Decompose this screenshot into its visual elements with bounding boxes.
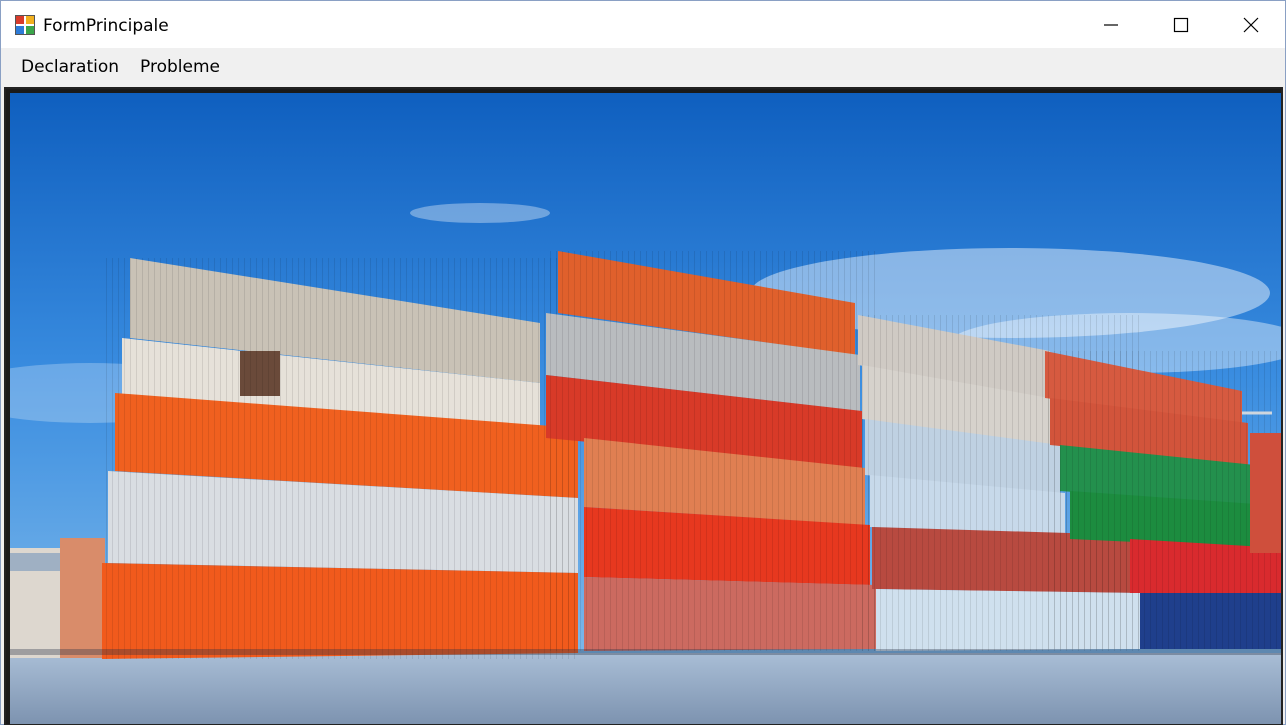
menu-bar: Declaration Probleme bbox=[1, 48, 1285, 85]
maximize-button[interactable] bbox=[1146, 1, 1216, 48]
close-button[interactable] bbox=[1216, 1, 1286, 48]
menu-declaration[interactable]: Declaration bbox=[21, 56, 119, 78]
minimize-icon bbox=[1104, 24, 1118, 26]
picture-box bbox=[4, 87, 1283, 725]
app-icon bbox=[15, 15, 35, 35]
title-bar[interactable]: FormPrincipale bbox=[1, 1, 1285, 48]
menu-probleme[interactable]: Probleme bbox=[140, 56, 220, 78]
maximize-icon bbox=[1173, 17, 1189, 33]
app-window: FormPrincipale Declaration Probleme bbox=[0, 0, 1286, 725]
minimize-button[interactable] bbox=[1076, 1, 1146, 48]
window-title: FormPrincipale bbox=[43, 16, 169, 36]
containers-photo-illustration bbox=[10, 93, 1281, 724]
close-icon bbox=[1243, 17, 1259, 33]
shipping-containers-image bbox=[10, 93, 1281, 724]
